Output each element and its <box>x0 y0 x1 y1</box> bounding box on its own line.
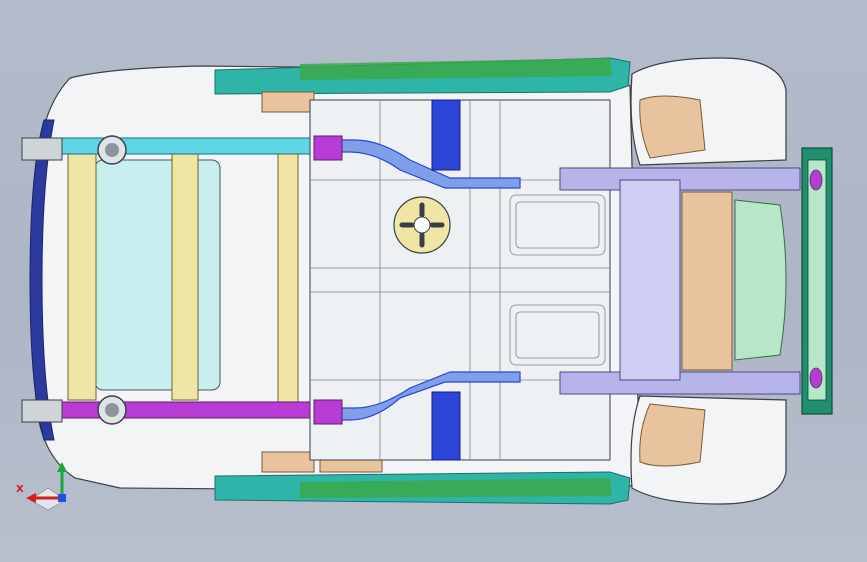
front-longitudinal-left <box>67 149 97 401</box>
mid-longitudinal-yellow <box>277 139 299 411</box>
vehicle-underbody-model[interactable] <box>0 0 867 562</box>
rear-mint-panel <box>734 199 787 361</box>
mount-block-peach-top <box>261 91 315 113</box>
purple-bracket-top <box>313 135 343 161</box>
rear-peach-panel <box>681 191 733 371</box>
tow-bracket-bottom <box>21 399 63 423</box>
mount-block-peach-bottom <box>261 451 315 473</box>
crossmember-purple <box>39 401 321 419</box>
front-floor-panel <box>94 159 221 391</box>
axis-triad <box>26 462 67 511</box>
rear-center-lavender <box>619 179 681 381</box>
crossmember-cyan <box>39 137 321 155</box>
blue-bracket-bottom <box>431 391 461 461</box>
cad-viewport[interactable]: X <box>0 0 867 562</box>
purple-bracket-bottom <box>313 399 343 425</box>
x-axis-label: X <box>16 484 24 495</box>
blue-bracket-top <box>431 99 461 171</box>
tow-bracket-top <box>21 137 63 161</box>
front-longitudinal-right <box>171 149 199 401</box>
y-axis-icon <box>58 494 66 502</box>
